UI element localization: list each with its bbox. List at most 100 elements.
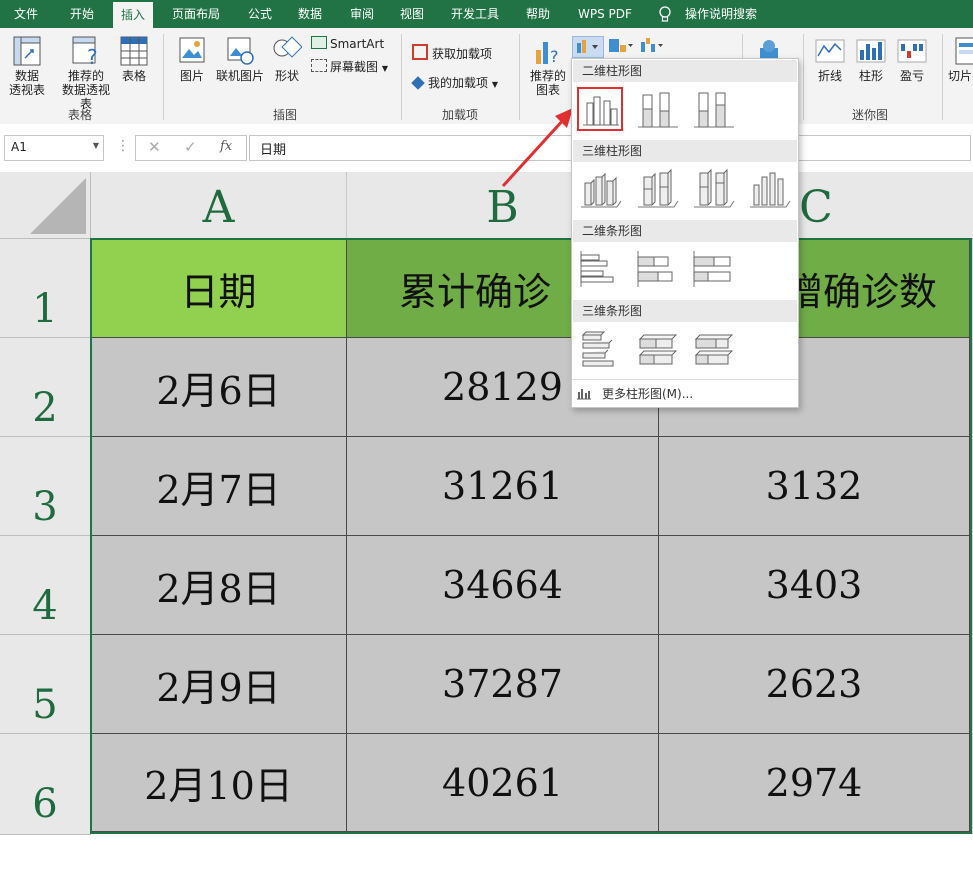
waterfall-chart-button[interactable]	[638, 36, 668, 56]
table-icon	[120, 36, 148, 66]
recommended-charts-button[interactable]: ? 推荐的 图表	[526, 36, 570, 97]
tab-formulas[interactable]: 公式	[248, 0, 272, 28]
shapes-button[interactable]: 形状	[270, 36, 304, 83]
chevron-down-icon: ▼	[491, 80, 498, 89]
more-column-charts-label: 更多柱形图(M)...	[602, 387, 694, 401]
cell-b6[interactable]: 40261	[347, 734, 659, 832]
slicer-button[interactable]: 切片	[948, 36, 973, 83]
more-options-icon: ⋮	[116, 138, 130, 154]
tab-page-layout[interactable]: 页面布局	[172, 0, 220, 28]
group-tables-label: 表格	[67, 108, 92, 122]
stacked-bar-option[interactable]	[634, 247, 680, 291]
cell-c3[interactable]: 3132	[659, 437, 970, 536]
tab-view[interactable]: 视图	[400, 0, 424, 28]
row-header-2[interactable]: 2	[0, 338, 91, 437]
screenshot-button[interactable]: 屏幕截图 ▼	[311, 59, 388, 77]
sparkline-winloss-button[interactable]: 盈亏	[894, 36, 930, 83]
section-3d-column: 三维柱形图	[573, 140, 797, 162]
more-column-charts-item[interactable]: 更多柱形图(M)...	[576, 385, 693, 403]
100-stacked-bar-option[interactable]	[690, 247, 736, 291]
row-header-1[interactable]: 1	[0, 239, 91, 338]
tell-me-search[interactable]: 操作说明搜索	[685, 0, 757, 28]
online-picture-label: 联机图片	[215, 69, 264, 83]
tab-insert[interactable]: 插入	[113, 2, 154, 28]
sparkline-column-button[interactable]: 柱形	[853, 36, 889, 83]
insert-function-icon[interactable]: fx	[220, 139, 232, 154]
my-addins-button[interactable]: 我的加载项 ▼	[411, 75, 498, 93]
stacked-column-option[interactable]	[634, 87, 680, 131]
tab-home[interactable]: 开始	[70, 0, 94, 28]
group-sparklines-label: 迷你图	[851, 108, 888, 122]
tab-file[interactable]: 文件	[14, 0, 38, 28]
row-header-3[interactable]: 3	[0, 437, 91, 536]
cell-a6[interactable]: 2月10日	[91, 734, 347, 832]
cell-b5[interactable]: 37287	[347, 635, 659, 734]
tab-wps-pdf[interactable]: WPS PDF	[578, 0, 632, 28]
sparkline-line-icon	[815, 39, 845, 63]
tab-review[interactable]: 审阅	[350, 0, 374, 28]
screenshot-label: 屏幕截图	[330, 60, 379, 74]
stacked-bar-icon	[637, 251, 673, 287]
formula-buttons: ✕ ✓ fx	[135, 135, 247, 161]
cell-a3[interactable]: 2月7日	[91, 437, 347, 536]
select-all-button[interactable]	[0, 172, 91, 239]
smartart-button[interactable]: SmartArt	[311, 36, 384, 52]
pivot-table-button[interactable]: 数据 透视表	[6, 36, 48, 97]
row-header-4[interactable]: 4	[0, 536, 91, 635]
hierarchy-chart-icon	[609, 39, 633, 52]
clustered-column-option[interactable]	[577, 87, 623, 131]
100-stacked-column-option[interactable]	[690, 87, 736, 131]
cancel-icon[interactable]: ✕	[148, 138, 161, 156]
sparkline-line-button[interactable]: 折线	[812, 36, 848, 83]
cell-a5[interactable]: 2月9日	[91, 635, 347, 734]
picture-icon	[179, 37, 205, 63]
ribbon: 数据 透视表 ? 推荐的 数据透视表 表格 表格 图片 联机图片 形状 Smar…	[0, 28, 973, 125]
online-picture-button[interactable]: 联机图片	[214, 36, 266, 83]
3d-100-stacked-bar-icon	[694, 334, 734, 365]
column-chart-dropdown-button[interactable]	[572, 36, 604, 58]
hierarchy-chart-button[interactable]	[606, 36, 636, 56]
section-2d-bar: 二维条形图	[573, 220, 797, 242]
cell-c5[interactable]: 2623	[659, 635, 970, 734]
recommended-pivot-button[interactable]: ? 推荐的 数据透视表	[58, 36, 114, 111]
3d-clustered-bar-option[interactable]	[577, 327, 623, 371]
row-header-5[interactable]: 5	[0, 635, 91, 734]
cell-c6[interactable]: 2974	[659, 734, 970, 832]
sparkline-winloss-label: 盈亏	[899, 69, 924, 83]
tab-developer[interactable]: 开发工具	[451, 0, 499, 28]
formula-bar: A1 ▼ ⋮ ✕ ✓ fx 日期	[0, 124, 973, 172]
addin-cube-icon	[411, 76, 425, 90]
name-box-value: A1	[11, 140, 27, 154]
cell-a1[interactable]: 日期	[91, 239, 347, 338]
3d-clustered-column-option[interactable]	[577, 167, 623, 211]
cell-b3[interactable]: 31261	[347, 437, 659, 536]
group-illustrations-label: 插图	[272, 108, 297, 122]
column-header-a[interactable]: A	[91, 172, 347, 239]
cell-b4[interactable]: 34664	[347, 536, 659, 635]
picture-button[interactable]: 图片	[174, 36, 210, 83]
tab-data[interactable]: 数据	[298, 0, 322, 28]
3d-stacked-column-option[interactable]	[634, 167, 680, 211]
pivot-table-icon	[13, 36, 41, 66]
recommended-pivot-label: 推荐的 数据透视表	[61, 69, 110, 111]
smartart-icon	[311, 36, 327, 49]
3d-column-option[interactable]	[746, 167, 792, 211]
cell-a4[interactable]: 2月8日	[91, 536, 347, 635]
cell-a2[interactable]: 2月6日	[91, 338, 347, 437]
check-icon[interactable]: ✓	[184, 138, 197, 156]
tab-help[interactable]: 帮助	[526, 0, 550, 28]
chevron-down-icon: ▼	[92, 141, 99, 150]
clustered-column-icon	[583, 96, 619, 126]
row-header-6[interactable]: 6	[0, 734, 91, 835]
name-box[interactable]: A1 ▼	[4, 135, 104, 161]
get-addins-label: 获取加载项	[432, 47, 493, 61]
3d-100-stacked-column-option[interactable]	[690, 167, 736, 211]
cell-c4[interactable]: 3403	[659, 536, 970, 635]
3d-100-stacked-bar-option[interactable]	[690, 327, 736, 371]
sparkline-line-label: 折线	[817, 69, 842, 83]
clustered-bar-option[interactable]	[577, 247, 623, 291]
3d-100-stacked-column-icon	[694, 168, 735, 208]
table-button[interactable]: 表格	[116, 36, 152, 83]
get-addins-button[interactable]: 获取加载项	[412, 44, 492, 62]
3d-stacked-bar-option[interactable]	[634, 327, 680, 371]
